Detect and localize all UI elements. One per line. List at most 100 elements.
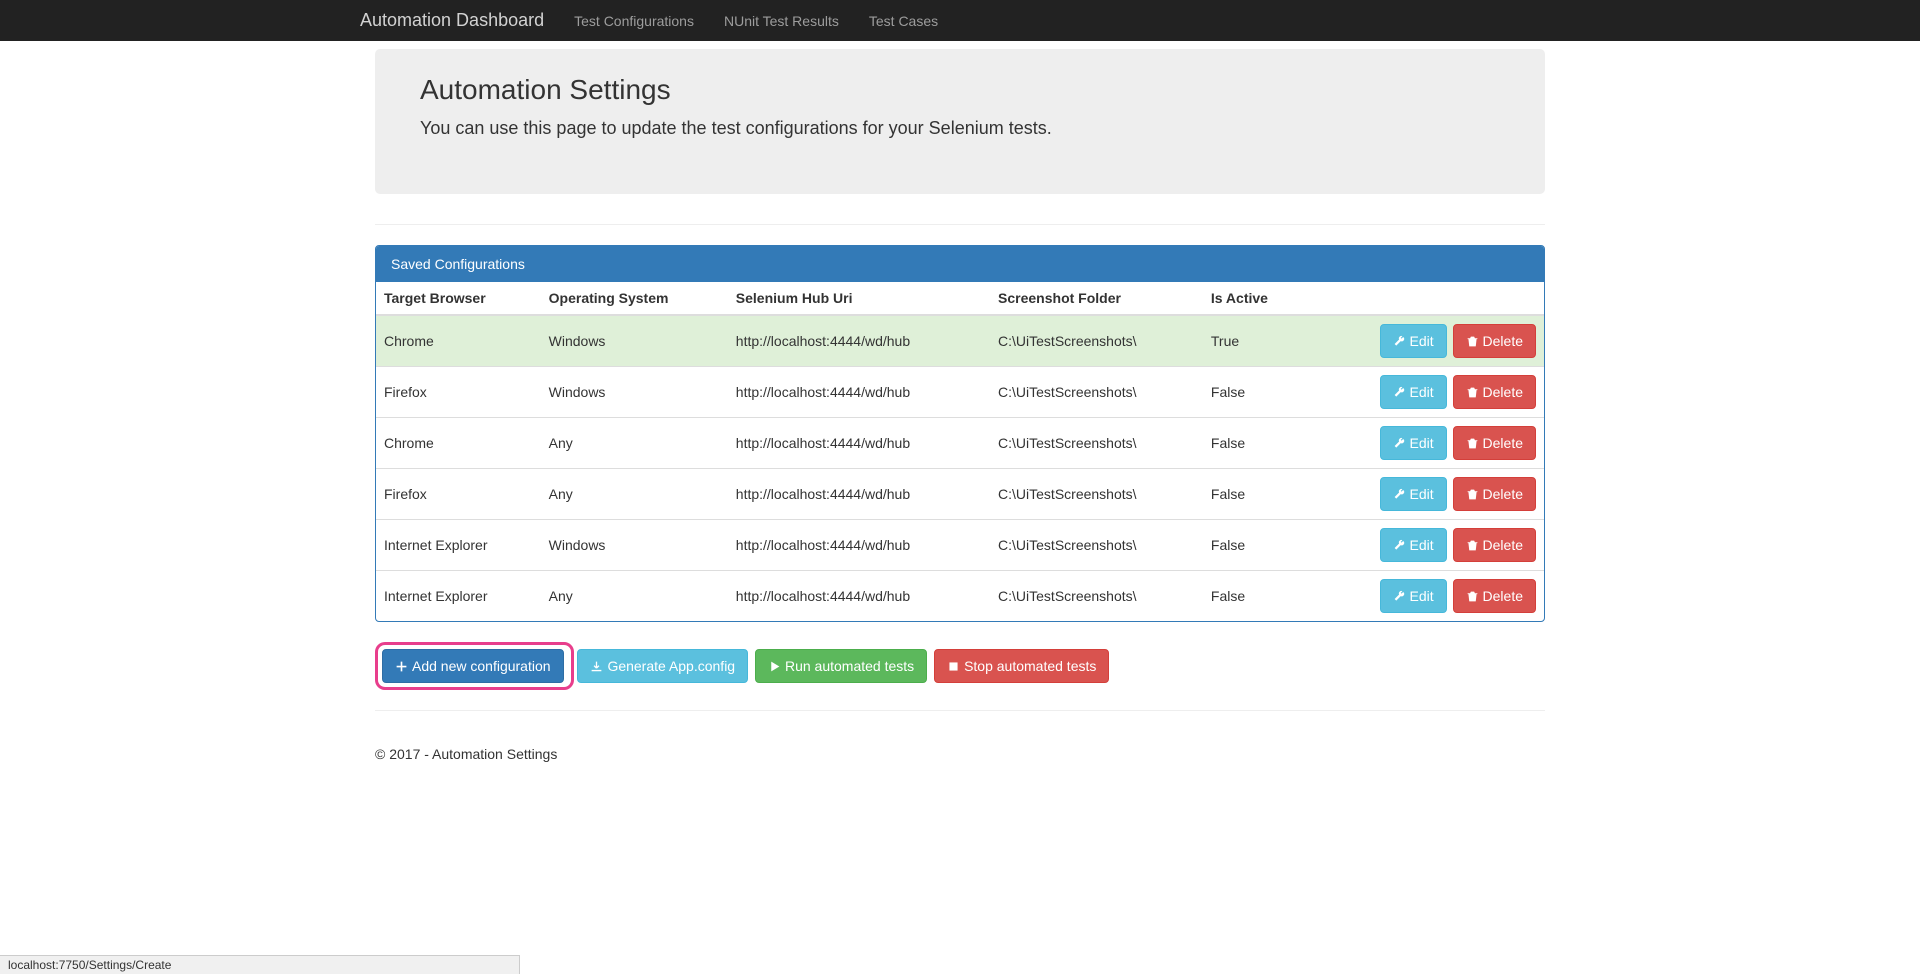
cell-actions: Edit Delete <box>1304 315 1544 367</box>
delete-button[interactable]: Delete <box>1453 324 1536 358</box>
panel-heading: Saved Configurations <box>376 246 1544 282</box>
footer-divider <box>375 710 1545 711</box>
run-tests-label: Run automated tests <box>785 656 914 676</box>
cell-actions: Edit Delete <box>1304 469 1544 520</box>
cell-os: Windows <box>541 315 728 367</box>
delete-label: Delete <box>1483 586 1523 606</box>
run-tests-button[interactable]: Run automated tests <box>755 649 927 683</box>
wrench-icon <box>1393 539 1406 552</box>
cell-browser: Internet Explorer <box>376 520 541 571</box>
cell-hub: http://localhost:4444/wd/hub <box>728 367 990 418</box>
cell-browser: Chrome <box>376 418 541 469</box>
edit-button[interactable]: Edit <box>1380 528 1447 562</box>
col-os: Operating System <box>541 282 728 315</box>
edit-button[interactable]: Edit <box>1380 477 1447 511</box>
navbar-brand[interactable]: Automation Dashboard <box>360 0 559 41</box>
page-title: Automation Settings <box>420 74 1500 106</box>
trash-icon <box>1466 590 1479 603</box>
wrench-icon <box>1393 335 1406 348</box>
table-row: ChromeWindowshttp://localhost:4444/wd/hu… <box>376 315 1544 367</box>
cell-hub: http://localhost:4444/wd/hub <box>728 469 990 520</box>
col-folder: Screenshot Folder <box>990 282 1203 315</box>
cell-active: False <box>1203 520 1304 571</box>
download-icon <box>590 660 603 673</box>
cell-folder: C:\UiTestScreenshots\ <box>990 571 1203 622</box>
cell-folder: C:\UiTestScreenshots\ <box>990 315 1203 367</box>
delete-button[interactable]: Delete <box>1453 528 1536 562</box>
edit-label: Edit <box>1410 586 1434 606</box>
stop-icon <box>947 660 960 673</box>
play-icon <box>768 660 781 673</box>
cell-actions: Edit Delete <box>1304 418 1544 469</box>
table-row: Internet ExplorerWindowshttp://localhost… <box>376 520 1544 571</box>
delete-label: Delete <box>1483 382 1523 402</box>
edit-label: Edit <box>1410 433 1434 453</box>
table-row: ChromeAnyhttp://localhost:4444/wd/hubC:\… <box>376 418 1544 469</box>
trash-icon <box>1466 386 1479 399</box>
table-row: FirefoxAnyhttp://localhost:4444/wd/hubC:… <box>376 469 1544 520</box>
cell-os: Any <box>541 469 728 520</box>
trash-icon <box>1466 488 1479 501</box>
nav-link-test-configurations[interactable]: Test Configurations <box>559 3 709 39</box>
saved-configurations-panel: Saved Configurations Target Browser Oper… <box>375 245 1545 622</box>
generate-appconfig-button[interactable]: Generate App.config <box>577 649 748 683</box>
cell-actions: Edit Delete <box>1304 367 1544 418</box>
cell-hub: http://localhost:4444/wd/hub <box>728 418 990 469</box>
table-row: Internet ExplorerAnyhttp://localhost:444… <box>376 571 1544 622</box>
action-button-row: Add new configuration Generate App.confi… <box>375 642 1545 690</box>
cell-folder: C:\UiTestScreenshots\ <box>990 367 1203 418</box>
edit-button[interactable]: Edit <box>1380 579 1447 613</box>
cell-folder: C:\UiTestScreenshots\ <box>990 418 1203 469</box>
plus-icon <box>395 660 408 673</box>
delete-button[interactable]: Delete <box>1453 579 1536 613</box>
add-configuration-label: Add new configuration <box>412 656 551 676</box>
configurations-table: Target Browser Operating System Selenium… <box>376 282 1544 621</box>
cell-actions: Edit Delete <box>1304 520 1544 571</box>
cell-hub: http://localhost:4444/wd/hub <box>728 571 990 622</box>
delete-label: Delete <box>1483 484 1523 504</box>
cell-folder: C:\UiTestScreenshots\ <box>990 520 1203 571</box>
nav-link-nunit-results[interactable]: NUnit Test Results <box>709 3 854 39</box>
cell-actions: Edit Delete <box>1304 571 1544 622</box>
edit-button[interactable]: Edit <box>1380 426 1447 460</box>
delete-label: Delete <box>1483 331 1523 351</box>
generate-appconfig-label: Generate App.config <box>607 656 735 676</box>
col-browser: Target Browser <box>376 282 541 315</box>
cell-os: Any <box>541 571 728 622</box>
trash-icon <box>1466 335 1479 348</box>
edit-label: Edit <box>1410 535 1434 555</box>
cell-browser: Firefox <box>376 367 541 418</box>
col-active: Is Active <box>1203 282 1304 315</box>
cell-os: Windows <box>541 367 728 418</box>
divider <box>375 224 1545 225</box>
page-subtitle: You can use this page to update the test… <box>420 118 1500 139</box>
col-actions <box>1304 282 1544 315</box>
cell-browser: Firefox <box>376 469 541 520</box>
delete-button[interactable]: Delete <box>1453 477 1536 511</box>
wrench-icon <box>1393 386 1406 399</box>
delete-label: Delete <box>1483 433 1523 453</box>
trash-icon <box>1466 437 1479 450</box>
delete-label: Delete <box>1483 535 1523 555</box>
cell-browser: Internet Explorer <box>376 571 541 622</box>
cell-hub: http://localhost:4444/wd/hub <box>728 315 990 367</box>
col-hub: Selenium Hub Uri <box>728 282 990 315</box>
trash-icon <box>1466 539 1479 552</box>
cell-active: False <box>1203 571 1304 622</box>
delete-button[interactable]: Delete <box>1453 426 1536 460</box>
nav-link-test-cases[interactable]: Test Cases <box>854 3 953 39</box>
delete-button[interactable]: Delete <box>1453 375 1536 409</box>
add-configuration-button[interactable]: Add new configuration <box>382 649 564 683</box>
edit-label: Edit <box>1410 331 1434 351</box>
table-row: FirefoxWindowshttp://localhost:4444/wd/h… <box>376 367 1544 418</box>
stop-tests-button[interactable]: Stop automated tests <box>934 649 1109 683</box>
footer-text: © 2017 - Automation Settings <box>375 731 1545 777</box>
edit-button[interactable]: Edit <box>1380 375 1447 409</box>
edit-label: Edit <box>1410 484 1434 504</box>
wrench-icon <box>1393 590 1406 603</box>
stop-tests-label: Stop automated tests <box>964 656 1096 676</box>
highlight-annotation: Add new configuration <box>375 642 574 690</box>
edit-button[interactable]: Edit <box>1380 324 1447 358</box>
page-header-jumbotron: Automation Settings You can use this pag… <box>375 49 1545 194</box>
wrench-icon <box>1393 488 1406 501</box>
